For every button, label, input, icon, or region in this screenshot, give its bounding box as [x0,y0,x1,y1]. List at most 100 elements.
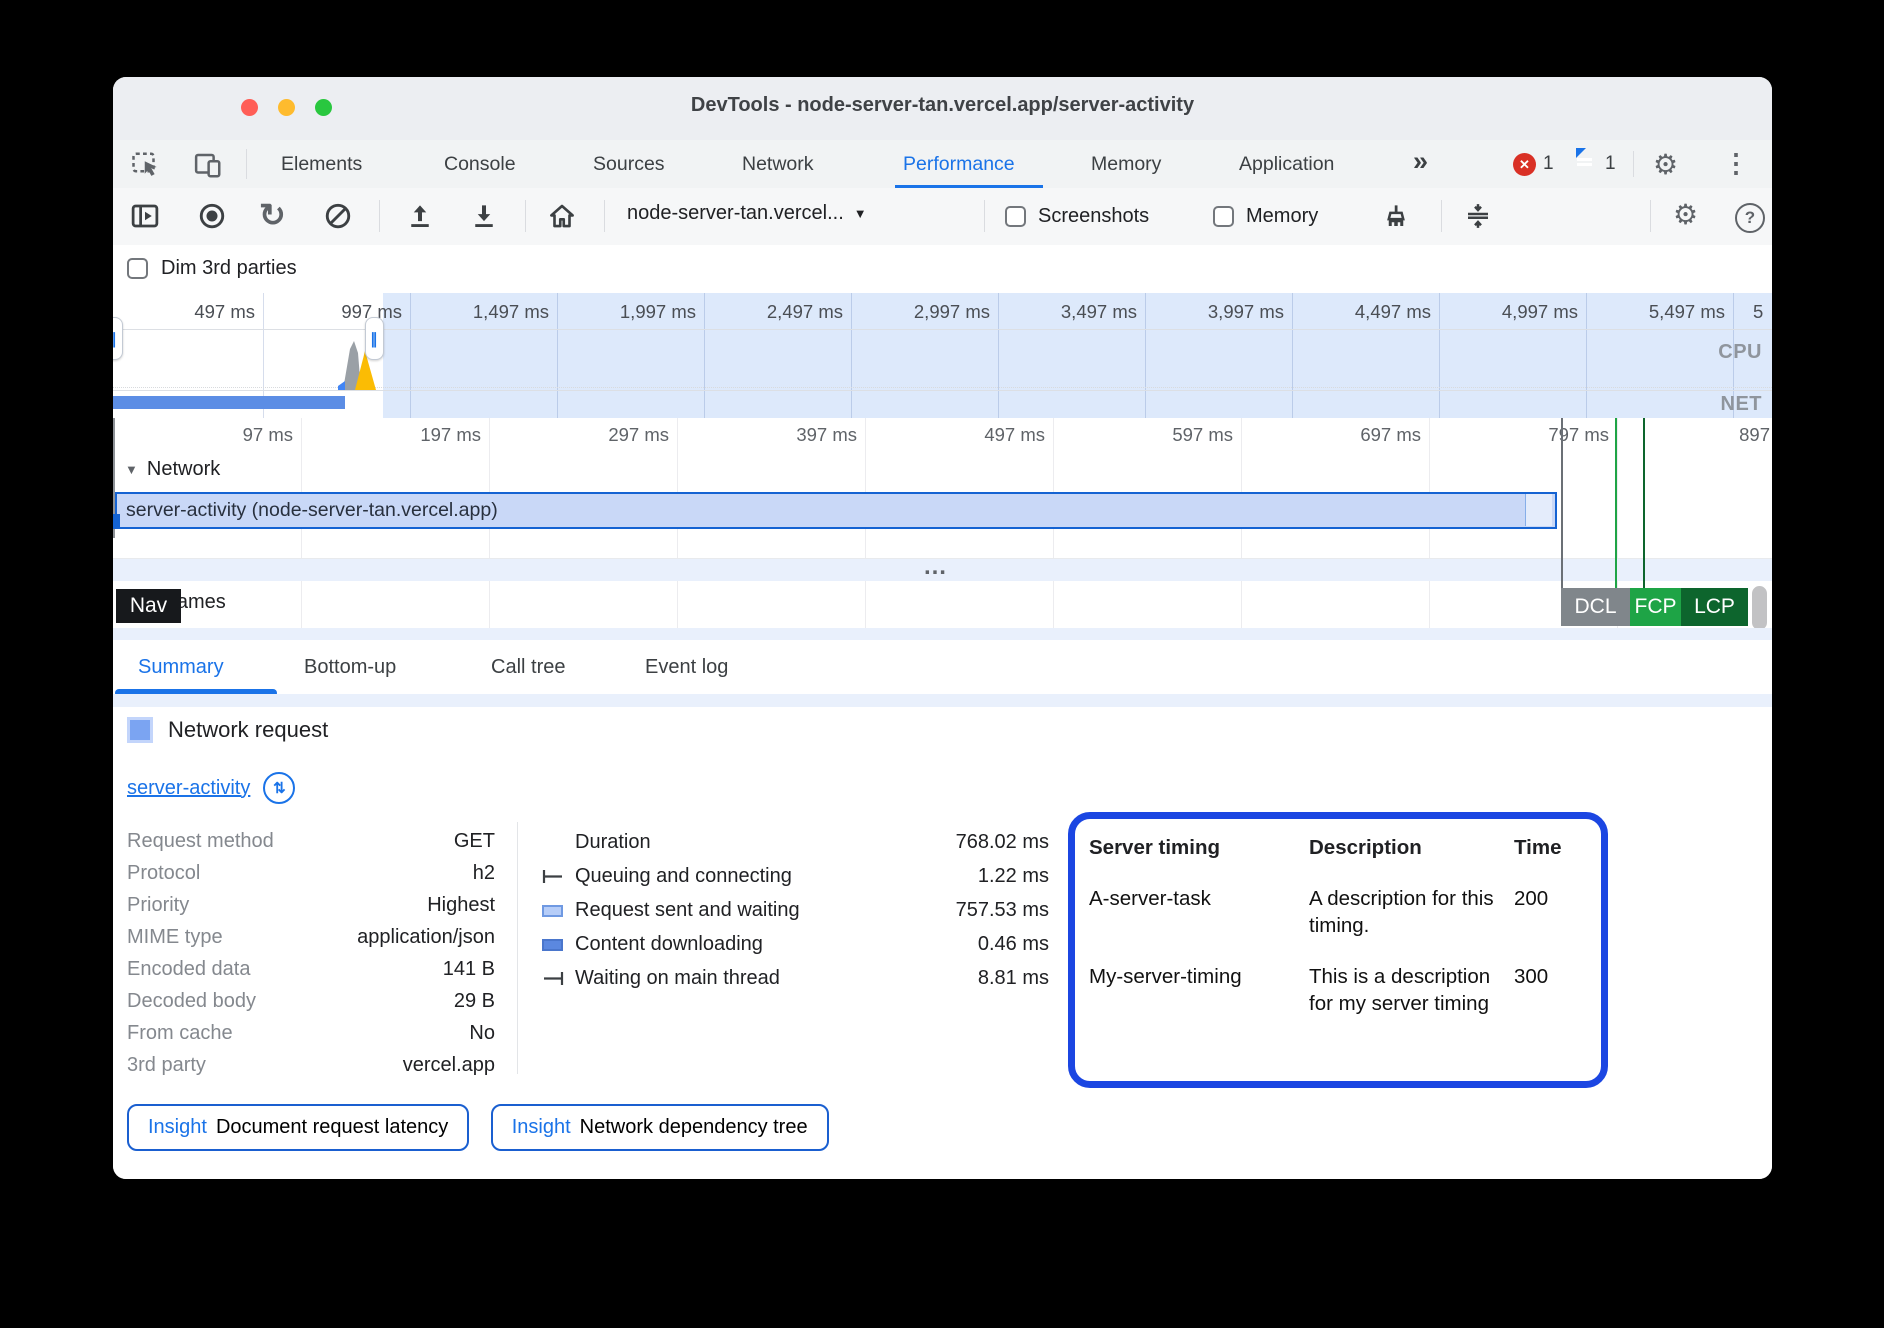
server-timing-name: A-server-task [1089,885,1296,939]
dcl-marker-badge[interactable]: DCL [1561,588,1630,626]
lcp-marker-line [1643,418,1645,590]
help-icon[interactable]: ? [1735,203,1765,233]
tab-memory[interactable]: Memory [1091,140,1161,188]
reveal-in-network-icon[interactable]: ⇅ [263,772,295,804]
garbage-collect-icon[interactable] [1381,201,1411,231]
field-row: Protocolh2 [127,857,495,889]
summary-panel: Network request server-activity ⇅ Reques… [113,707,1772,1179]
screenshots-label[interactable]: Screenshots [1038,205,1149,228]
toggle-sidebar-icon[interactable] [130,201,160,231]
field-row: Request methodGET [127,825,495,857]
chevron-down-icon: ▼ [854,206,867,221]
main-thread-whisker-icon [541,969,567,987]
divider [1650,200,1651,232]
overview-right-handle[interactable]: ∥ [365,317,384,360]
issues-count[interactable]: 1 [1605,153,1616,175]
description-header: Description [1309,834,1501,861]
chevron-down-icon: ▼ [125,462,138,477]
gridline [1292,293,1293,418]
field-row: PriorityHighest [127,889,495,921]
server-timing-desc: This is a description for my server timi… [1309,963,1501,1017]
server-timing-desc: A description for this timing. [1309,885,1501,939]
inspect-icon[interactable] [131,150,161,180]
load-profile-icon[interactable] [405,201,435,231]
timeline-overview[interactable]: 497 ms 997 ms 1,497 ms 1,997 ms 2,497 ms… [113,293,1772,418]
network-request-swatch [127,717,153,743]
performance-toolbar: ↻ node-server-tan.vercel... ▼ Screenshot… [113,188,1772,246]
settings-gear-icon[interactable]: ⚙ [1653,148,1678,181]
gridline [410,293,411,418]
record-icon[interactable] [197,201,227,231]
field-row: Encoded data141 B [127,953,495,985]
details-tabbar: Summary Bottom-up Call tree Event log [113,640,1772,694]
network-group-header[interactable]: ▼ Network [125,458,220,481]
memory-checkbox[interactable] [1213,206,1234,227]
fcp-marker-badge[interactable]: FCP [1630,588,1681,626]
divider [984,200,985,232]
memory-label[interactable]: Memory [1246,205,1318,228]
request-bar-left-handle[interactable] [113,514,120,529]
tab-sources[interactable]: Sources [593,140,665,188]
overview-tick: 4,997 ms [1450,301,1578,323]
network-request-bar-label: server-activity (node-server-tan.vercel.… [126,499,498,522]
tab-bottom-up[interactable]: Bottom-up [304,640,396,694]
divider [525,200,526,232]
overview-tick: 5 [1753,301,1772,323]
home-icon[interactable] [547,201,577,231]
overview-tick: 2,997 ms [862,301,990,323]
collapsed-ellipsis[interactable]: … [923,553,949,581]
request-bar-resize-handle[interactable] [1525,494,1552,526]
insight-document-request-latency-button[interactable]: InsightDocument request latency [127,1104,469,1151]
screenshot-root: { "titlebar": { "title": "DevTools - nod… [0,0,1884,1328]
tab-network[interactable]: Network [742,140,814,188]
dim-3rd-parties-checkbox[interactable] [127,258,148,279]
overview-tick: 4,497 ms [1303,301,1431,323]
shortcuts-collapse-icon[interactable] [1463,201,1493,231]
network-request-bar[interactable]: server-activity (node-server-tan.vercel.… [115,492,1557,529]
error-count-icon[interactable]: ✕ [1513,153,1536,176]
save-profile-icon[interactable] [469,201,499,231]
tab-call-tree[interactable]: Call tree [491,640,565,694]
insight-network-dependency-tree-button[interactable]: InsightNetwork dependency tree [491,1104,829,1151]
clear-icon[interactable] [323,201,353,231]
bottom-band [113,628,1772,640]
tab-application[interactable]: Application [1239,140,1334,188]
overview-left-handle[interactable]: ∥ [113,317,123,360]
device-toolbar-icon[interactable] [193,150,223,180]
collapsed-tracks-band[interactable]: … [113,559,1772,581]
timeline-tick: 597 ms [1091,424,1233,446]
tab-elements[interactable]: Elements [281,140,362,188]
panel-settings-gear-icon[interactable]: ⚙ [1673,198,1698,231]
timeline-tick: 697 ms [1279,424,1421,446]
reload-and-record-icon[interactable]: ↻ [259,196,286,234]
tab-event-log[interactable]: Event log [645,640,728,694]
lcp-marker-badge[interactable]: LCP [1681,588,1748,626]
more-tabs-icon[interactable]: » [1413,146,1428,177]
vertical-scrollbar-thumb[interactable] [1752,586,1767,630]
tab-summary[interactable]: Summary [138,640,224,694]
overview-tick: 3,497 ms [1009,301,1137,323]
tab-performance[interactable]: Performance [903,140,1015,188]
timeline-tracks[interactable]: 97 ms 197 ms 297 ms 397 ms 497 ms 597 ms… [113,418,1772,640]
net-activity-bar [113,396,345,409]
screenshots-checkbox[interactable] [1005,206,1026,227]
server-timing-table: Server timing Description Time A-server-… [1089,834,1587,1017]
request-link[interactable]: server-activity [127,777,250,800]
server-timing-time: 200 [1514,885,1569,939]
server-timing-name: My-server-timing [1089,963,1296,1017]
dim-row: Dim 3rd parties [113,245,1772,294]
tab-console[interactable]: Console [444,140,516,188]
dim-3rd-parties-label[interactable]: Dim 3rd parties [161,257,297,280]
network-request-header: Network request [127,717,328,743]
divider [246,149,247,179]
network-group-label: Network [147,458,220,481]
divider [604,200,605,232]
timing-row: Queuing and connecting1.22 ms [541,859,1049,893]
kebab-menu-icon[interactable]: ⋮ [1723,148,1749,179]
overview-tick: 497 ms [127,301,255,323]
field-row: MIME typeapplication/json [127,921,495,953]
overview-tick: 1,997 ms [568,301,696,323]
timing-row: Content downloading0.46 ms [541,927,1049,961]
error-count[interactable]: 1 [1543,153,1554,175]
page-selector-dropdown[interactable]: node-server-tan.vercel... ▼ [627,202,867,225]
